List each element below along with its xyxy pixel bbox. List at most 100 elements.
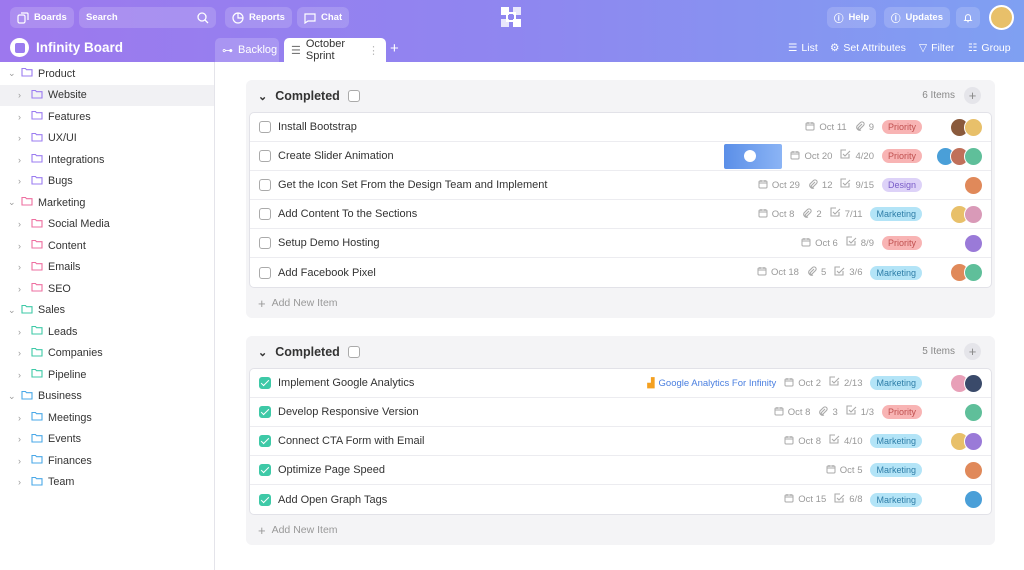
chevron-down-icon[interactable]: ⌄	[258, 346, 267, 359]
boards-button[interactable]: Boards	[10, 7, 74, 28]
task-title[interactable]: Develop Responsive Version	[278, 406, 767, 418]
task-title[interactable]: Add Facebook Pixel	[278, 267, 750, 279]
chevron-down-icon[interactable]: ⌄	[258, 90, 267, 103]
sidebar-item[interactable]: › Meetings	[0, 407, 214, 429]
chat-button[interactable]: Chat	[297, 7, 350, 28]
tag-badge[interactable]: Priority	[881, 236, 922, 250]
task-row[interactable]: Get the Icon Set From the Design Team an…	[250, 171, 991, 200]
task-checkbox[interactable]	[259, 493, 271, 506]
sidebar-item[interactable]: › UX/UI	[0, 128, 214, 150]
avatar[interactable]	[964, 233, 983, 253]
notifications-button[interactable]	[956, 7, 980, 28]
tag-badge[interactable]: Marketing	[870, 434, 922, 448]
tag-badge[interactable]: Design	[881, 178, 922, 192]
avatar[interactable]	[964, 146, 983, 166]
search-input[interactable]: Search	[79, 7, 216, 28]
task-checkbox[interactable]	[259, 377, 271, 389]
sidebar-folder-marketing[interactable]: ⌄ Marketing	[0, 192, 214, 214]
task-title[interactable]: Create Slider Animation	[278, 150, 717, 162]
updates-button[interactable]: ⓘ Updates	[884, 7, 950, 28]
task-title[interactable]: Connect CTA Form with Email	[278, 435, 777, 447]
task-title[interactable]: Add Content To the Sections	[278, 208, 751, 220]
task-title[interactable]: Install Bootstrap	[278, 121, 798, 133]
sidebar-item[interactable]: › Social Media	[0, 214, 214, 236]
sidebar-item[interactable]: › Features	[0, 106, 214, 128]
tag-badge[interactable]: Marketing	[870, 265, 922, 280]
group-checkbox[interactable]	[347, 346, 360, 358]
add-new-item-button[interactable]: + Add New Item	[246, 288, 995, 318]
tag-badge[interactable]: Priority	[881, 120, 922, 134]
task-checkbox[interactable]	[259, 150, 271, 162]
group-button[interactable]: ☷ Group	[968, 42, 1011, 54]
task-checkbox[interactable]	[259, 179, 271, 191]
add-new-item-button[interactable]: + Add New Item	[246, 515, 995, 545]
add-tab-button[interactable]: +	[390, 40, 399, 57]
reports-button[interactable]: Reports	[225, 7, 292, 28]
task-checkbox[interactable]	[259, 121, 271, 133]
avatar[interactable]	[964, 490, 983, 509]
sidebar-item[interactable]: › Events	[0, 429, 214, 451]
tag-badge[interactable]: Marketing	[870, 492, 922, 507]
sidebar-item[interactable]: › Companies	[0, 343, 214, 365]
sidebar-folder-product[interactable]: ⌄ Product	[0, 63, 214, 85]
avatar[interactable]	[964, 175, 983, 195]
avatar[interactable]	[964, 460, 983, 480]
task-title[interactable]: Get the Icon Set From the Design Team an…	[278, 179, 751, 191]
task-row[interactable]: Develop Responsive Version Oct 8 3 1/3 Prior…	[250, 398, 991, 427]
task-title[interactable]: Implement Google Analytics	[278, 377, 640, 389]
sidebar-folder-sales[interactable]: ⌄ Sales	[0, 300, 214, 322]
avatar[interactable]	[964, 402, 983, 422]
sidebar-item[interactable]: › Team	[0, 472, 214, 494]
task-checkbox[interactable]	[259, 266, 271, 279]
filter-button[interactable]: ▽ Filter	[919, 42, 954, 54]
sidebar-item[interactable]: › Leads	[0, 321, 214, 343]
sidebar-item[interactable]: › Integrations	[0, 149, 214, 171]
task-title[interactable]: Add Open Graph Tags	[278, 494, 777, 506]
avatar[interactable]	[964, 431, 983, 451]
more-icon[interactable]: ⋮	[368, 44, 379, 57]
sidebar-item[interactable]: › Emails	[0, 257, 214, 279]
sidebar-item[interactable]: › Bugs	[0, 171, 214, 193]
sidebar-item[interactable]: › Finances	[0, 450, 214, 472]
task-title[interactable]: Setup Demo Hosting	[278, 237, 794, 249]
task-checkbox[interactable]	[259, 406, 271, 418]
task-row[interactable]: Install Bootstrap Oct 11 9 Priority	[250, 113, 991, 142]
avatar[interactable]	[964, 117, 983, 137]
user-avatar[interactable]	[989, 5, 1014, 30]
sidebar-item[interactable]: › Website	[0, 84, 214, 106]
tag-badge[interactable]: Marketing	[870, 376, 922, 390]
add-item-icon[interactable]: +	[964, 87, 981, 104]
tab-backlog[interactable]: ⊶ Backlog	[215, 38, 279, 62]
video-thumbnail[interactable]	[724, 143, 783, 169]
task-checkbox[interactable]	[259, 464, 271, 476]
task-row[interactable]: Optimize Page Speed Oct 5 Marketing	[250, 456, 991, 485]
task-row[interactable]: Add Open Graph Tags Oct 15 6/8 Marketing	[250, 485, 991, 514]
avatar[interactable]	[964, 373, 983, 393]
sidebar-item[interactable]: › Content	[0, 235, 214, 257]
add-item-icon[interactable]: +	[964, 343, 981, 360]
set-attributes-button[interactable]: ⚙ Set Attributes	[830, 42, 906, 54]
tag-badge[interactable]: Priority	[881, 405, 922, 419]
task-row[interactable]: Setup Demo Hosting Oct 6 8/9 Priority	[250, 229, 991, 258]
sidebar-folder-business[interactable]: ⌄ Business	[0, 386, 214, 408]
avatar[interactable]	[964, 263, 983, 282]
task-row[interactable]: Add Content To the Sections Oct 8 2 7/11 Mar…	[250, 200, 991, 229]
task-checkbox[interactable]	[259, 237, 271, 249]
avatar[interactable]	[964, 204, 983, 224]
group-checkbox[interactable]	[347, 90, 360, 102]
task-title[interactable]: Optimize Page Speed	[278, 464, 819, 476]
sidebar-item[interactable]: › Pipeline	[0, 364, 214, 386]
task-checkbox[interactable]	[259, 208, 271, 220]
tab-october-sprint[interactable]: ☰ October Sprint ⋮	[284, 38, 386, 62]
tag-badge[interactable]: Priority	[881, 149, 922, 163]
task-checkbox[interactable]	[259, 435, 271, 447]
help-button[interactable]: ⓘ Help	[827, 7, 877, 28]
tag-badge[interactable]: Marketing	[870, 207, 922, 221]
task-row[interactable]: Connect CTA Form with Email Oct 8 4/10 Mark…	[250, 427, 991, 456]
list-button[interactable]: ☰ List	[788, 42, 818, 54]
linked-item[interactable]: ▟ Google Analytics For Infinity	[647, 378, 776, 389]
sidebar-item[interactable]: › SEO	[0, 278, 214, 300]
task-row[interactable]: Implement Google Analytics ▟ Google Analyt…	[250, 369, 991, 398]
task-row[interactable]: Create Slider Animation Oct 20 4/20 Priorit…	[250, 142, 991, 171]
tag-badge[interactable]: Marketing	[870, 463, 922, 477]
